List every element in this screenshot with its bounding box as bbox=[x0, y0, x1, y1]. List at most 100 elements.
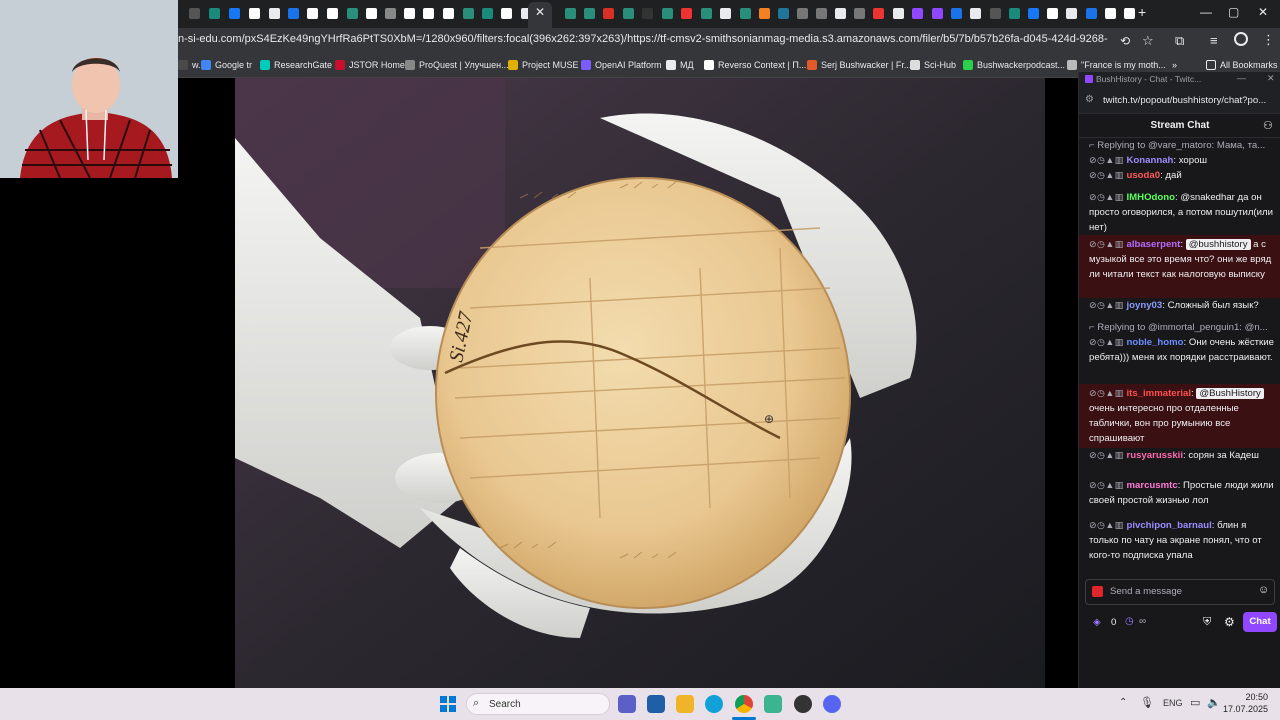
mod-action-icons[interactable]: ⊘◷▲▥ bbox=[1089, 300, 1124, 310]
browser-tab[interactable] bbox=[775, 6, 791, 22]
browser-tab[interactable] bbox=[460, 6, 476, 22]
mod-action-icons[interactable]: ⊘◷▲▥ bbox=[1089, 450, 1124, 460]
profile-icon[interactable] bbox=[1234, 32, 1248, 46]
bookmark-item[interactable]: Serj Bushwacker | Fr... bbox=[807, 60, 911, 70]
browser-tab[interactable] bbox=[659, 6, 675, 22]
users-icon[interactable]: ⚇ bbox=[1263, 119, 1273, 132]
browser-tab[interactable] bbox=[285, 6, 301, 22]
chat-settings-icon[interactable]: ⚙ bbox=[1224, 615, 1235, 629]
browser-tab[interactable] bbox=[324, 6, 340, 22]
chat-mention[interactable]: @bushhistory bbox=[1185, 239, 1251, 250]
browser-tab[interactable] bbox=[717, 6, 733, 22]
mod-action-icons[interactable]: ⊘◷▲▥ bbox=[1089, 239, 1124, 249]
bookmark-item[interactable]: Reverso Context | П... bbox=[704, 60, 806, 70]
browser-tab[interactable] bbox=[851, 6, 867, 22]
chat-username[interactable]: pivchipon_barnaul bbox=[1126, 520, 1211, 531]
chrome-icon[interactable] bbox=[735, 695, 753, 713]
app-icon-2[interactable] bbox=[794, 695, 812, 713]
bookmark-item[interactable]: JSTOR Home bbox=[335, 60, 405, 70]
shield-icon[interactable]: ⛨ bbox=[1203, 616, 1211, 629]
emote-picker-icon[interactable]: ☺ bbox=[1258, 584, 1269, 596]
chat-mention[interactable]: @BushHistory bbox=[1196, 388, 1264, 399]
browser-tab[interactable] bbox=[581, 6, 597, 22]
browser-tab[interactable] bbox=[382, 6, 398, 22]
browser-tab[interactable] bbox=[420, 6, 436, 22]
browser-tab[interactable] bbox=[639, 6, 655, 22]
chat-username[interactable]: Konannah bbox=[1126, 155, 1173, 166]
browser-tab[interactable] bbox=[620, 6, 636, 22]
channel-emote-icon[interactable] bbox=[1092, 586, 1103, 597]
browser-tab[interactable] bbox=[813, 6, 829, 22]
file-explorer-icon[interactable] bbox=[676, 695, 694, 713]
clock-date[interactable]: 17.07.2025 bbox=[1222, 704, 1268, 714]
browser-tab[interactable] bbox=[756, 6, 772, 22]
edge-icon[interactable] bbox=[705, 695, 723, 713]
bookmark-item[interactable]: Bushwackerpodcast... bbox=[963, 60, 1065, 70]
media-icon[interactable]: ≡ bbox=[1210, 33, 1218, 48]
bookmark-item[interactable]: Project MUSE bbox=[508, 60, 579, 70]
bookmark-item[interactable]: МД bbox=[666, 60, 694, 70]
mod-action-icons[interactable]: ⊘◷▲▥ bbox=[1089, 388, 1124, 398]
browser-tab[interactable] bbox=[698, 6, 714, 22]
bookmark-item[interactable]: ProQuest | Улучшен... bbox=[405, 60, 509, 70]
teams-icon[interactable] bbox=[618, 695, 636, 713]
chat-username[interactable]: usoda0 bbox=[1126, 170, 1160, 181]
mod-action-icons[interactable]: ⊘◷▲▥ bbox=[1089, 337, 1124, 347]
browser-tab[interactable] bbox=[304, 6, 320, 22]
mod-action-icons[interactable]: ⊘◷▲▥ bbox=[1089, 155, 1124, 165]
channel-points-icon[interactable]: ◈ bbox=[1093, 617, 1101, 628]
browser-tab[interactable] bbox=[440, 6, 456, 22]
chat-send-button[interactable]: Chat bbox=[1243, 612, 1277, 632]
bookmark-item[interactable]: "France is my moth... bbox=[1067, 60, 1166, 70]
bookmark-item[interactable]: ResearchGate bbox=[260, 60, 332, 70]
browser-tab[interactable] bbox=[600, 6, 616, 22]
chat-input-box[interactable]: Send a message ☺ bbox=[1085, 579, 1275, 605]
bookmark-item[interactable]: OpenAI Platform bbox=[581, 60, 662, 70]
mod-action-icons[interactable]: ⊘◷▲▥ bbox=[1089, 520, 1124, 530]
browser-tab[interactable] bbox=[832, 6, 848, 22]
browser-tab[interactable] bbox=[206, 6, 222, 22]
browser-tab[interactable] bbox=[498, 6, 514, 22]
extensions-icon[interactable]: ⧉ bbox=[1175, 33, 1184, 49]
bookmark-item[interactable]: Google tr bbox=[201, 60, 252, 70]
browser-tab[interactable] bbox=[1006, 6, 1022, 22]
mod-action-icons[interactable]: ⊘◷▲▥ bbox=[1089, 170, 1124, 180]
browser-tab[interactable] bbox=[909, 6, 925, 22]
store-icon[interactable] bbox=[647, 695, 665, 713]
browser-tab[interactable] bbox=[186, 6, 202, 22]
mod-action-icons[interactable]: ⊘◷▲▥ bbox=[1089, 192, 1124, 202]
browser-tab[interactable] bbox=[246, 6, 262, 22]
bookmark-star-icon[interactable]: ☆ bbox=[1142, 33, 1154, 49]
browser-tab[interactable] bbox=[929, 6, 945, 22]
browser-tab[interactable] bbox=[870, 6, 886, 22]
chat-username[interactable]: rusyarusskii bbox=[1126, 450, 1183, 461]
browser-tab[interactable] bbox=[562, 6, 578, 22]
maximize-button[interactable]: ▢ bbox=[1228, 5, 1239, 19]
network-icon[interactable]: ▭ bbox=[1190, 696, 1200, 709]
all-bookmarks[interactable]: All Bookmarks bbox=[1206, 60, 1278, 70]
browser-tab[interactable] bbox=[479, 6, 495, 22]
taskbar-search[interactable]: ⌕ Search bbox=[466, 693, 610, 715]
minimize-button[interactable]: — bbox=[1200, 5, 1212, 19]
menu-icon[interactable]: ⋮ bbox=[1262, 32, 1275, 48]
browser-tab[interactable] bbox=[401, 6, 417, 22]
browser-tab[interactable] bbox=[678, 6, 694, 22]
browser-tab[interactable] bbox=[1025, 6, 1041, 22]
browser-tab[interactable] bbox=[737, 6, 753, 22]
browser-tab[interactable] bbox=[1083, 6, 1099, 22]
tray-overflow-icon[interactable]: ⌃ bbox=[1119, 697, 1127, 708]
chat-username[interactable]: marcusmtc bbox=[1126, 480, 1177, 491]
chat-window-close[interactable]: ✕ bbox=[1267, 73, 1275, 84]
browser-tab[interactable] bbox=[344, 6, 360, 22]
bookmarks-overflow[interactable]: » bbox=[1172, 60, 1177, 70]
chat-username[interactable]: noble_homo bbox=[1126, 337, 1183, 348]
chat-username[interactable]: joyny03 bbox=[1126, 300, 1162, 311]
browser-tab[interactable] bbox=[266, 6, 282, 22]
close-window-button[interactable]: ✕ bbox=[1258, 5, 1268, 19]
translate-icon[interactable]: ⟲ bbox=[1120, 34, 1130, 48]
close-tab-icon[interactable]: ✕ bbox=[535, 5, 545, 19]
mod-action-icons[interactable]: ⊘◷▲▥ bbox=[1089, 480, 1124, 490]
start-icon[interactable] bbox=[439, 695, 457, 713]
browser-tab[interactable] bbox=[987, 6, 1003, 22]
browser-tab[interactable] bbox=[1063, 6, 1079, 22]
